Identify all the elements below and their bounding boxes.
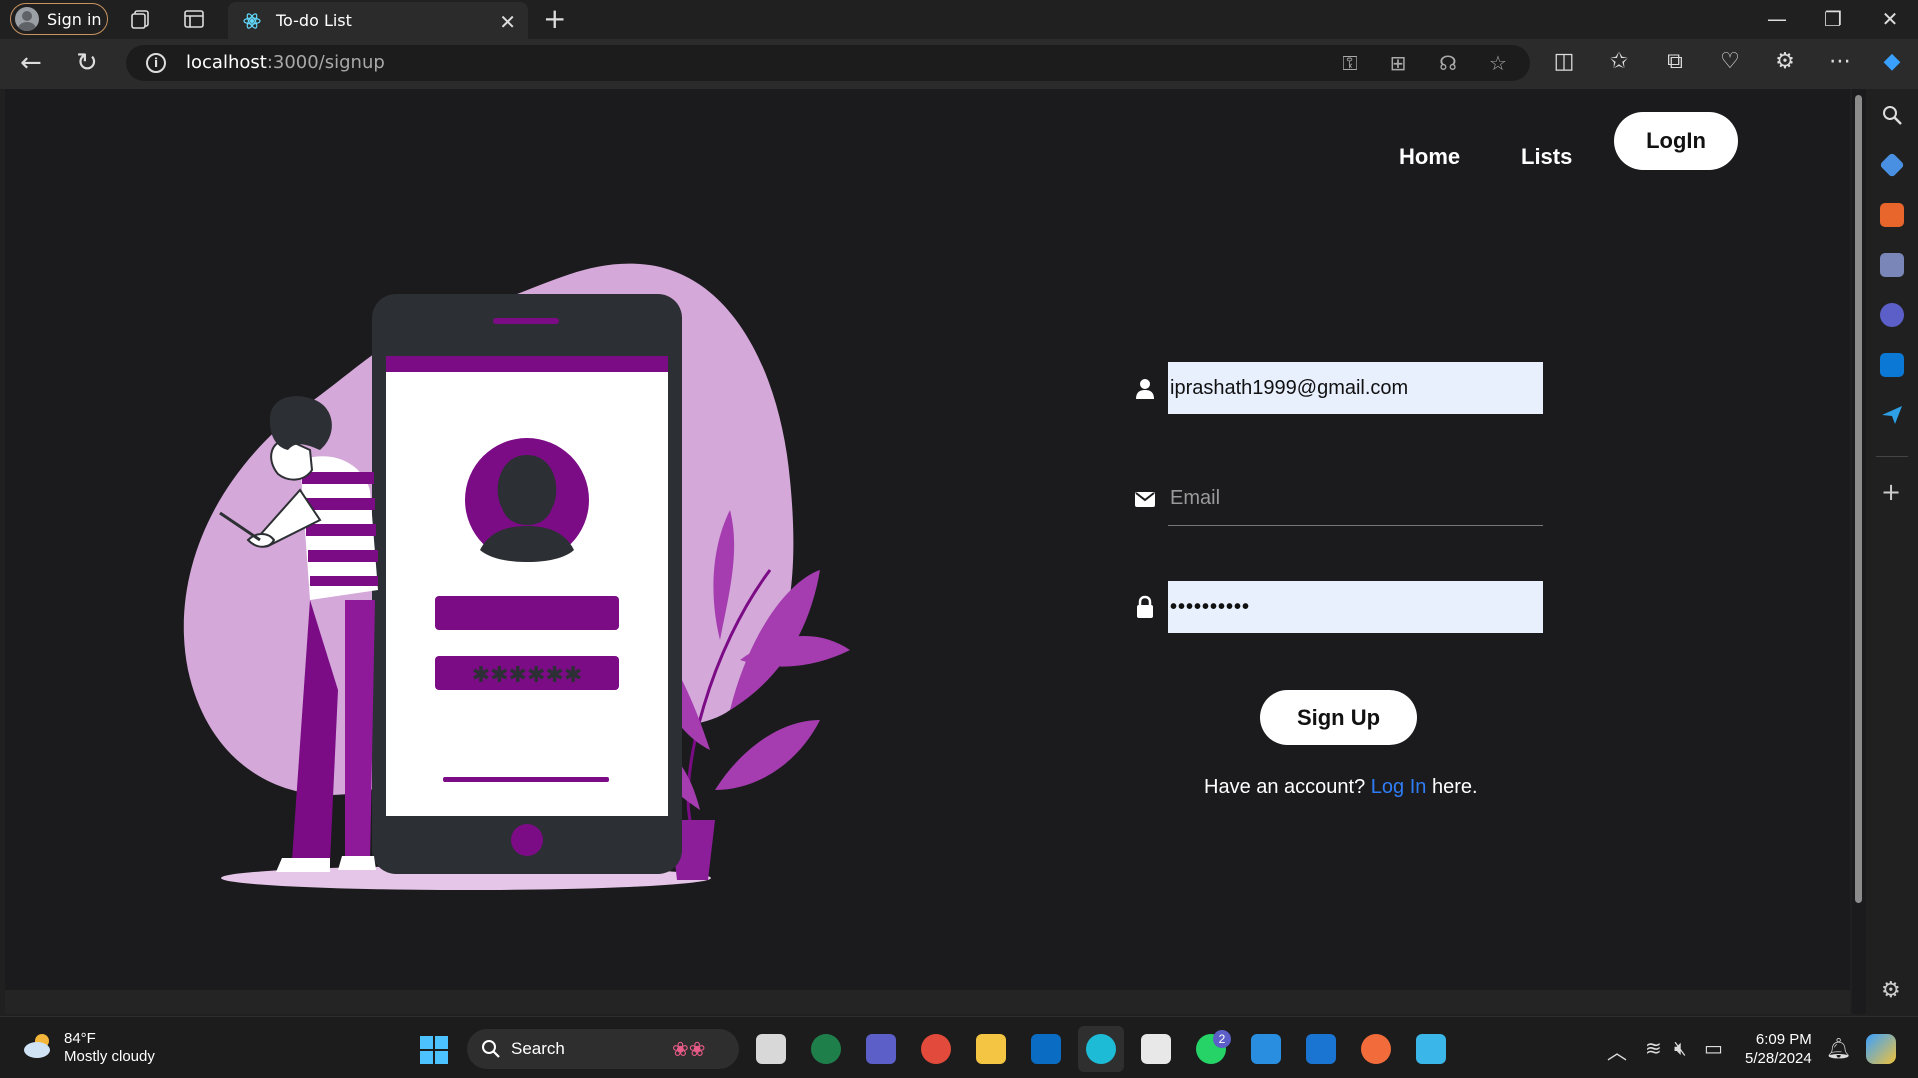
signin-label: Sign in [47,9,102,29]
windows-start-icon[interactable] [419,1035,449,1065]
new-outlook-icon[interactable] [1306,1034,1336,1064]
avatar-icon [15,7,39,31]
username-field[interactable]: iprashath1999@gmail.com [1168,362,1543,414]
copilot-sidebar-icon[interactable] [1880,303,1904,327]
key-icon[interactable]: ⚿ [1340,53,1360,73]
signup-button[interactable]: Sign Up [1260,690,1417,745]
send-icon[interactable] [1880,403,1904,427]
phone-line [443,777,609,782]
weather-temp: 84°F [64,1030,96,1047]
edge-sidebar [1866,89,1918,1014]
notepad-icon[interactable] [1416,1034,1446,1064]
games-icon[interactable] [1880,253,1904,277]
weather-widget[interactable]: 84°F Mostly cloudy [22,1030,155,1066]
minimize-button[interactable]: — [1754,4,1800,34]
taskbar [0,1016,1918,1078]
toolbar: ← ↻ i localhost:3000/signup ⚿ ⊞ ☊ ☆ ◫ ✩ … [0,39,1918,89]
login-link[interactable]: Log In [1371,776,1427,798]
wifi-icon[interactable]: ≋ [1645,1036,1662,1060]
task-view-icon[interactable] [756,1034,786,1064]
profile-signin-button[interactable]: Sign in [10,3,108,35]
more-menu-icon[interactable]: ⋯ [1826,49,1854,74]
signup-illustration: ✱✱✱✱✱✱ [183,263,850,890]
notification-bell-icon[interactable]: 🔔︎ [1826,1036,1851,1060]
outlook-taskbar-icon[interactable] [1031,1034,1061,1064]
user-icon [1136,379,1154,399]
sidebar-divider [1876,456,1908,457]
tab-todo-list[interactable]: To-do List ✕ [228,2,528,39]
email-input[interactable] [1168,472,1543,526]
have-account-label: Have an account? [1204,776,1366,798]
mail-icon [1135,492,1155,507]
copilot-icon[interactable]: ◆ [1878,49,1906,74]
password-field[interactable]: •••••••••• [1168,581,1543,633]
extensions-icon[interactable]: ⚙ [1771,49,1799,74]
favorites-icon[interactable]: ✩ [1605,49,1633,74]
vertical-scrollbar[interactable] [1852,89,1866,1014]
browser-essentials-icon[interactable]: ♡ [1716,49,1744,74]
search-highlight-icon: ❀❀ [672,1039,706,1061]
mongodb-compass-icon[interactable] [811,1034,841,1064]
form-bar-1 [435,596,619,630]
whatsapp-badge: 2 [1213,1030,1231,1048]
nav-home[interactable]: Home [1399,144,1460,170]
phone-home-button [511,824,543,856]
scrollbar-thumb[interactable] [1855,95,1862,903]
clock-date: 5/28/2024 [1745,1050,1812,1067]
phone-speaker [493,318,559,324]
store-icon[interactable] [1141,1034,1171,1064]
apps-icon[interactable]: ⊞ [1388,53,1408,73]
profile-head [497,455,557,525]
search-label: Search [511,1039,565,1058]
chrome-icon[interactable] [921,1034,951,1064]
close-window-button[interactable]: ✕ [1867,4,1913,34]
nav-lists[interactable]: Lists [1521,144,1572,170]
split-screen-icon[interactable]: ◫ [1550,49,1578,74]
here-label: here. [1431,776,1478,798]
tab-title: To-do List [276,11,352,30]
address-bar[interactable]: i localhost:3000/signup ⚿ ⊞ ☊ ☆ [126,45,1530,81]
add-sidebar-icon[interactable]: + [1881,478,1901,506]
volume-muted-icon[interactable]: 🔇︎ [1674,1036,1687,1060]
phone-header-bar [386,356,668,372]
weather-desc: Mostly cloudy [64,1048,155,1065]
reload-button[interactable]: ↻ [76,48,98,78]
edge-icon[interactable] [1086,1034,1116,1064]
site-info-icon[interactable]: i [146,53,166,73]
teams-icon[interactable] [866,1034,896,1064]
search-icon[interactable] [1880,103,1904,127]
new-tab-button[interactable]: + [543,3,566,35]
copilot-taskbar-icon[interactable] [1866,1034,1896,1064]
clock[interactable]: 6:09 PM 5/28/2024 [1745,1030,1812,1068]
react-icon [243,12,261,29]
vscode-icon[interactable] [1251,1034,1281,1064]
collections-icon[interactable]: ⧉ [1661,49,1689,74]
tools-icon[interactable] [1880,203,1904,227]
taskbar-search[interactable]: Search ❀❀ [467,1029,739,1069]
url-text: localhost:3000/signup [186,52,385,73]
read-aloud-icon[interactable]: ☊ [1438,53,1458,73]
clock-time: 6:09 PM [1755,1031,1812,1048]
browser-title-bar: Sign in To-do List ✕ + — ❐ ✕ [0,0,1918,39]
show-hidden-icons-chevron-icon[interactable]: ︿ [1607,1036,1627,1065]
close-tab-icon[interactable]: ✕ [499,10,516,34]
nav-login-button[interactable]: LogIn [1614,112,1738,170]
file-explorer-icon[interactable] [976,1034,1006,1064]
back-button[interactable]: ← [20,48,42,78]
restore-button[interactable]: ❐ [1810,4,1856,34]
horizontal-scroll-area [5,990,1850,1014]
tab-actions-icon[interactable] [183,8,205,30]
battery-icon[interactable]: ▭ [1704,1036,1723,1060]
have-account-text: Have an account? Log In here. [1204,776,1478,799]
cloudy-weather-icon [24,1034,50,1058]
asterisk-row: ✱✱✱✱✱✱ [472,663,583,688]
settings-gear-icon[interactable]: ⚙ [1881,978,1901,1003]
lock-icon [1137,595,1153,618]
favorite-star-icon[interactable]: ☆ [1488,53,1508,73]
search-icon [482,1040,500,1058]
phone-screen [386,356,668,816]
postman-icon[interactable] [1361,1034,1391,1064]
outlook-icon[interactable] [1880,353,1904,377]
workspaces-icon[interactable] [130,8,152,30]
